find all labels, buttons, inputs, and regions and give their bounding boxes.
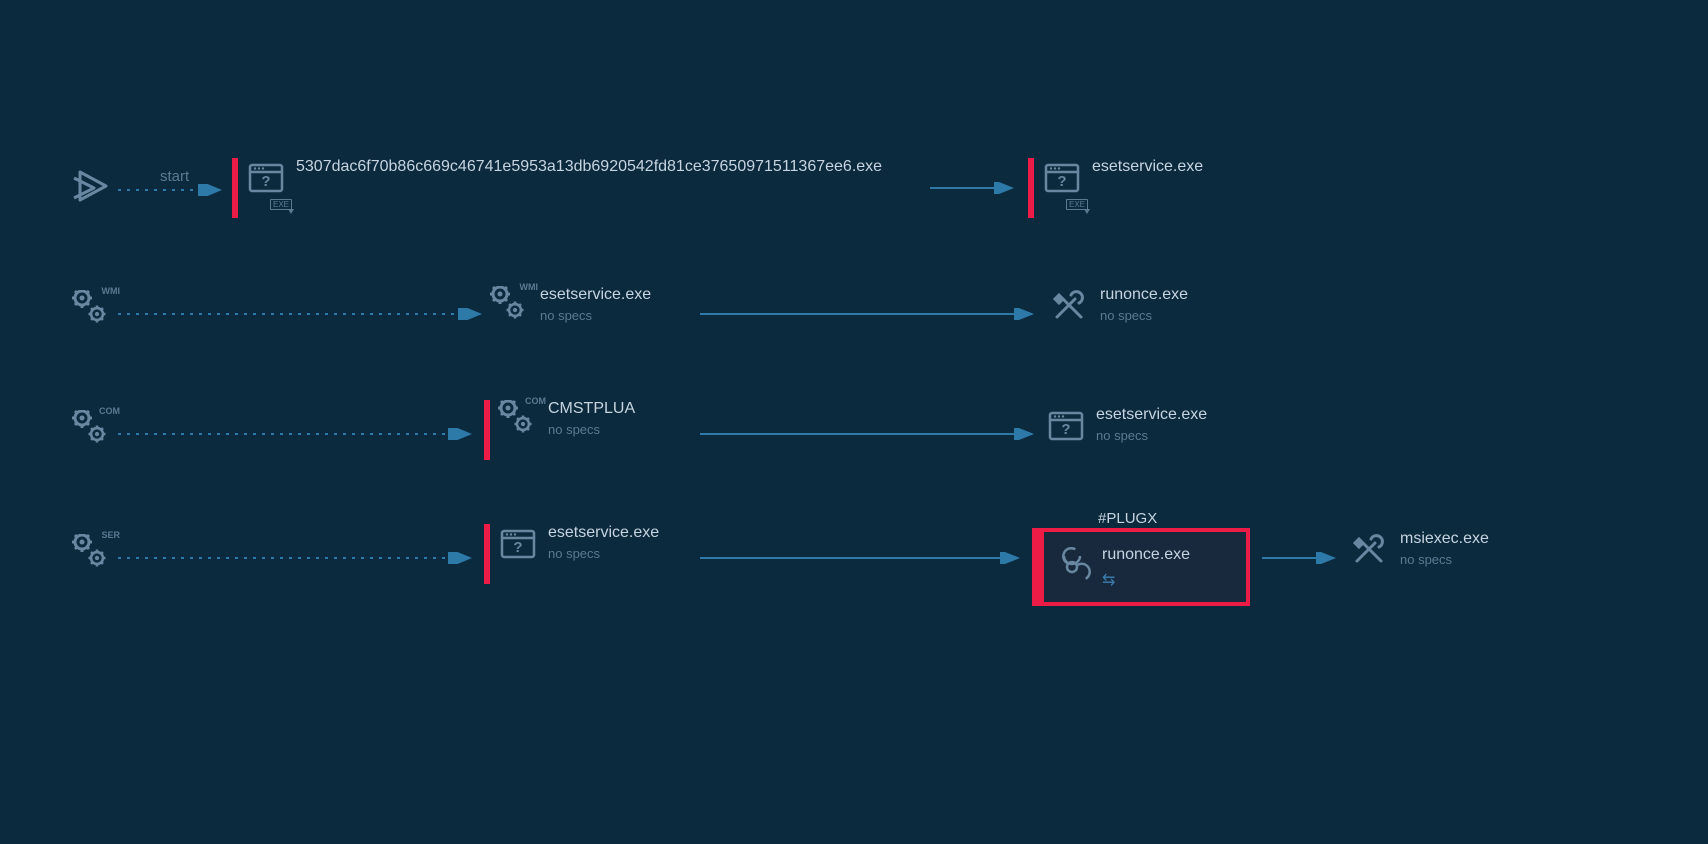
com-source-node[interactable]: COM — [72, 410, 112, 450]
ser-source-node[interactable]: SER — [72, 534, 112, 574]
process-spec: no specs — [548, 546, 659, 561]
exe-badge: EXE — [1066, 199, 1088, 210]
wmi-source-node[interactable]: WMI — [72, 290, 112, 330]
gears-icon: WMI — [490, 286, 530, 326]
arrow — [1262, 552, 1342, 564]
network-activity-icon: ⇆ — [1102, 570, 1190, 590]
process-node-runonce-r2[interactable]: runonce.exe no specs — [1050, 286, 1188, 326]
gears-icon: SER — [72, 534, 112, 574]
threat-indicator-bar — [484, 524, 490, 584]
process-name: runonce.exe — [1102, 546, 1190, 564]
process-spec: no specs — [1100, 308, 1188, 323]
process-node-esetservice-r4[interactable]: esetservice.exe no specs — [484, 524, 659, 584]
process-name: esetservice.exe — [1092, 158, 1203, 176]
process-name: esetservice.exe — [548, 524, 659, 542]
arrow — [700, 428, 1040, 440]
threat-indicator-bar — [1036, 532, 1044, 602]
biohazard-icon — [1052, 547, 1092, 587]
gear-tag: COM — [99, 406, 120, 416]
gears-icon: COM — [498, 400, 538, 440]
gear-tag: WMI — [520, 282, 539, 292]
gear-tag: WMI — [102, 286, 121, 296]
process-name: esetservice.exe — [1096, 406, 1207, 424]
malware-highlight-box[interactable]: runonce.exe ⇆ — [1032, 528, 1250, 606]
process-node-cmstplua[interactable]: COM CMSTPLUA no specs — [484, 400, 635, 460]
arrow — [700, 308, 1040, 320]
gears-icon: COM — [72, 410, 112, 450]
process-spec: no specs — [548, 422, 635, 437]
process-node-esetservice-wmi[interactable]: WMI esetservice.exe no specs — [490, 286, 651, 326]
threat-indicator-bar — [484, 400, 490, 460]
window-unknown-icon: EXE — [1042, 158, 1082, 198]
process-node-esetservice-r1[interactable]: EXE esetservice.exe — [1028, 158, 1203, 218]
process-spec: no specs — [1096, 428, 1207, 443]
play-source-node[interactable] — [72, 166, 112, 206]
exe-badge: EXE — [270, 199, 292, 210]
gears-icon: WMI — [72, 290, 112, 330]
arrow-start — [118, 184, 228, 196]
threat-indicator-bar — [1028, 158, 1034, 218]
process-node-hash-exe[interactable]: EXE 5307dac6f70b86c669c46741e5953a13db69… — [232, 158, 882, 218]
window-unknown-icon — [1046, 406, 1086, 446]
arrow — [930, 182, 1020, 194]
process-name: esetservice.exe — [540, 286, 651, 304]
arrow-dotted — [118, 308, 488, 320]
window-unknown-icon: EXE — [246, 158, 286, 198]
process-name: 5307dac6f70b86c669c46741e5953a13db692054… — [296, 158, 882, 176]
tools-icon — [1350, 530, 1390, 570]
process-node-esetservice-r3[interactable]: esetservice.exe no specs — [1046, 406, 1207, 446]
process-name: msiexec.exe — [1400, 530, 1489, 548]
process-node-msiexec[interactable]: msiexec.exe no specs — [1350, 530, 1489, 570]
edge-label-start: start — [160, 168, 189, 185]
tools-icon — [1050, 286, 1090, 326]
gear-tag: COM — [525, 396, 546, 406]
arrow — [700, 552, 1026, 564]
process-spec: no specs — [1400, 552, 1489, 567]
arrow-dotted — [118, 428, 478, 440]
window-unknown-icon — [498, 524, 538, 564]
malware-tag: #PLUGX — [1098, 510, 1157, 527]
process-spec: no specs — [540, 308, 651, 323]
threat-indicator-bar — [232, 158, 238, 218]
arrow-dotted — [118, 552, 478, 564]
play-logo-icon — [72, 166, 112, 206]
process-name: runonce.exe — [1100, 286, 1188, 304]
process-name: CMSTPLUA — [548, 400, 635, 418]
gear-tag: SER — [101, 530, 120, 540]
